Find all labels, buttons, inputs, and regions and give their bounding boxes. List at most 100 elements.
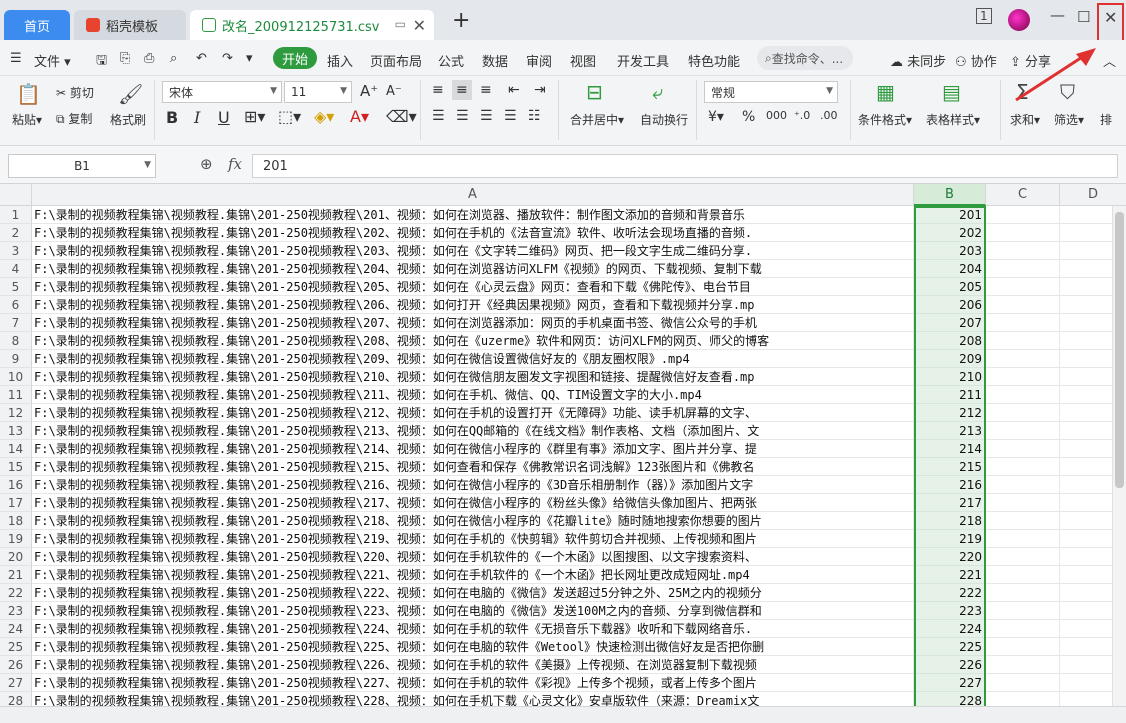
cell-b[interactable]: 214 xyxy=(914,440,986,458)
cell-a[interactable]: F:\录制的视频教程集锦\视频教程.集锦\201-250视频教程\224、视频：… xyxy=(32,620,914,638)
thousands-icon[interactable]: 000 xyxy=(766,109,787,122)
row-number[interactable]: 24 xyxy=(0,620,32,638)
cell-b[interactable]: 226 xyxy=(914,656,986,674)
cell-a[interactable]: F:\录制的视频教程集锦\视频教程.集锦\201-250视频教程\223、视频：… xyxy=(32,602,914,620)
cell-a[interactable]: F:\录制的视频教程集锦\视频教程.集锦\201-250视频教程\219、视频：… xyxy=(32,530,914,548)
window-restore-icon[interactable]: ▭ xyxy=(395,17,406,31)
decrease-decimal-icon[interactable]: .00 xyxy=(820,109,838,122)
column-header-a[interactable]: A xyxy=(32,184,914,206)
cell-c[interactable] xyxy=(986,548,1060,566)
collaborate-button[interactable]: ⚇ 协作 xyxy=(955,51,997,70)
row-number[interactable]: 3 xyxy=(0,242,32,260)
cell-a[interactable]: F:\录制的视频教程集锦\视频教程.集锦\201-250视频教程\203、视频：… xyxy=(32,242,914,260)
row-number[interactable]: 2 xyxy=(0,224,32,242)
table-style-icon[interactable]: ▤ xyxy=(942,80,961,104)
cell-d[interactable] xyxy=(1060,440,1112,458)
row-number[interactable]: 21 xyxy=(0,566,32,584)
cell-d[interactable] xyxy=(1060,584,1112,602)
row-number[interactable]: 15 xyxy=(0,458,32,476)
maximize-button[interactable]: ☐ xyxy=(1077,8,1090,26)
row-number[interactable]: 10 xyxy=(0,368,32,386)
cell-c[interactable] xyxy=(986,602,1060,620)
avatar[interactable] xyxy=(1008,9,1030,31)
row-number[interactable]: 12 xyxy=(0,404,32,422)
row-number[interactable]: 16 xyxy=(0,476,32,494)
row-number[interactable]: 4 xyxy=(0,260,32,278)
cell-b[interactable]: 213 xyxy=(914,422,986,440)
vertical-scrollbar[interactable] xyxy=(1112,206,1126,716)
align-right-icon[interactable]: ☰ xyxy=(480,108,493,124)
command-search[interactable]: ⌕ 查找命令、... xyxy=(757,46,853,70)
menu-special[interactable]: 特色功能 xyxy=(688,51,740,70)
cell-d[interactable] xyxy=(1060,638,1112,656)
increase-decimal-icon[interactable]: ⁺.0 xyxy=(794,109,810,122)
row-number[interactable]: 11 xyxy=(0,386,32,404)
cell-c[interactable] xyxy=(986,458,1060,476)
cell-c[interactable] xyxy=(986,332,1060,350)
menu-file[interactable]: 文件 ▾ xyxy=(34,51,71,70)
cell-c[interactable] xyxy=(986,350,1060,368)
cell-c[interactable] xyxy=(986,476,1060,494)
cell-c[interactable] xyxy=(986,530,1060,548)
cell-c[interactable] xyxy=(986,260,1060,278)
row-number[interactable]: 13 xyxy=(0,422,32,440)
align-top-icon[interactable]: ≡ xyxy=(432,82,444,98)
align-middle-icon[interactable]: ≡ xyxy=(452,80,472,100)
indent-decrease-icon[interactable]: ⇤ xyxy=(508,82,520,98)
cell-b[interactable]: 205 xyxy=(914,278,986,296)
cell-d[interactable] xyxy=(1060,224,1112,242)
table-style-button[interactable]: 表格样式▾ xyxy=(926,111,980,128)
cell-d[interactable] xyxy=(1060,476,1112,494)
cell-b[interactable]: 221 xyxy=(914,566,986,584)
currency-icon[interactable]: ¥▾ xyxy=(708,109,724,125)
wrap-text-icon[interactable]: ⤶ xyxy=(652,80,663,104)
cell-b[interactable]: 206 xyxy=(914,296,986,314)
row-number[interactable]: 18 xyxy=(0,512,32,530)
cell-d[interactable] xyxy=(1060,332,1112,350)
tab-close-icon[interactable]: ✕ xyxy=(413,16,426,35)
menu-page-layout[interactable]: 页面布局 xyxy=(370,51,422,70)
cell-d[interactable] xyxy=(1060,566,1112,584)
cell-a[interactable]: F:\录制的视频教程集锦\视频教程.集锦\201-250视频教程\208、视频：… xyxy=(32,332,914,350)
cell-a[interactable]: F:\录制的视频教程集锦\视频教程.集锦\201-250视频教程\211、视频：… xyxy=(32,386,914,404)
merge-center-button[interactable]: 合并居中▾ xyxy=(570,111,624,128)
cell-b[interactable]: 215 xyxy=(914,458,986,476)
cell-c[interactable] xyxy=(986,278,1060,296)
cell-c[interactable] xyxy=(986,368,1060,386)
page-number-icon[interactable]: 1 xyxy=(976,8,992,24)
new-tab-button[interactable]: + xyxy=(452,8,470,33)
border-icon[interactable]: ⊞▾ xyxy=(244,107,265,126)
row-number[interactable]: 6 xyxy=(0,296,32,314)
cell-c[interactable] xyxy=(986,224,1060,242)
font-color-icon[interactable]: A▾ xyxy=(350,107,369,126)
distributed-icon[interactable]: ☷ xyxy=(528,108,541,124)
collapse-ribbon-icon[interactable]: ︿ xyxy=(1103,51,1116,70)
cell-a[interactable]: F:\录制的视频教程集锦\视频教程.集锦\201-250视频教程\204、视频：… xyxy=(32,260,914,278)
font-shrink-icon[interactable]: A⁻ xyxy=(386,84,402,99)
underline-icon[interactable]: U xyxy=(218,108,230,127)
select-all-corner[interactable] xyxy=(0,184,32,206)
cell-a[interactable]: F:\录制的视频教程集锦\视频教程.集锦\201-250视频教程\214、视频：… xyxy=(32,440,914,458)
name-box[interactable]: B1 ▼ xyxy=(8,154,156,178)
print-icon[interactable]: ⎙ xyxy=(144,51,154,66)
row-number[interactable]: 14 xyxy=(0,440,32,458)
menu-formula[interactable]: 公式 xyxy=(438,51,464,70)
column-header-d[interactable]: D xyxy=(1060,184,1126,206)
menu-insert[interactable]: 插入 xyxy=(327,51,353,70)
cell-d[interactable] xyxy=(1060,206,1112,224)
wrap-text-button[interactable]: 自动换行 xyxy=(640,111,688,128)
row-number[interactable]: 7 xyxy=(0,314,32,332)
cell-b[interactable]: 209 xyxy=(914,350,986,368)
menu-developer[interactable]: 开发工具 xyxy=(617,51,669,70)
cell-b[interactable]: 202 xyxy=(914,224,986,242)
cell-b[interactable]: 212 xyxy=(914,404,986,422)
cell-d[interactable] xyxy=(1060,260,1112,278)
column-header-c[interactable]: C xyxy=(986,184,1060,206)
export-icon[interactable]: ⎘ xyxy=(120,51,130,66)
scrollbar-thumb[interactable] xyxy=(1115,212,1124,488)
percent-icon[interactable]: % xyxy=(742,109,755,125)
merge-center-icon[interactable]: ⊟ xyxy=(586,80,603,104)
align-left-icon[interactable]: ☰ xyxy=(432,108,445,124)
cell-b[interactable]: 210 xyxy=(914,368,986,386)
cell-d[interactable] xyxy=(1060,494,1112,512)
